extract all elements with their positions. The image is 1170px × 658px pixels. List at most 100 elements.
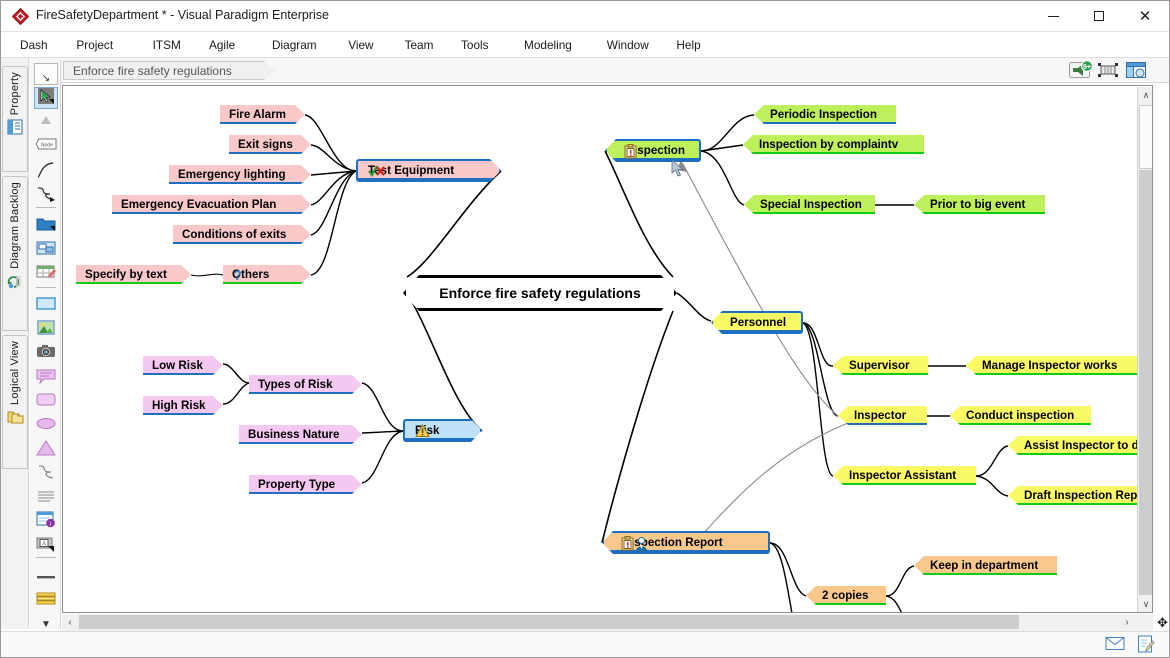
horizontal-scroll-thumb[interactable] (79, 615, 1019, 629)
node-content: Personnel (730, 316, 786, 329)
polyline-tool[interactable] (34, 463, 58, 485)
mindmap-node-periodic-inspection[interactable]: Periodic Inspection (754, 105, 896, 124)
scroll-right-arrow[interactable]: › (1119, 614, 1135, 631)
image-tool[interactable] (34, 319, 58, 341)
mindmap-node-conduct-inspection[interactable]: Conduct inspection (950, 406, 1091, 425)
maximize-button[interactable] (1076, 1, 1122, 31)
rectangle-tool[interactable] (34, 295, 58, 317)
camera-snapshot-icon (36, 344, 56, 364)
mindmap-node-special-inspection[interactable]: Special Inspection (744, 195, 875, 214)
mindmap-node-emergency-evacuation-plan[interactable]: Emergency Evacuation Plan (112, 195, 311, 214)
rounded-rectangle-tool[interactable] (34, 391, 58, 413)
divider-tool[interactable] (34, 565, 58, 587)
fit-to-screen-icon[interactable] (1097, 60, 1119, 80)
note-edit-icon[interactable] (1137, 635, 1155, 653)
close-button[interactable]: ✕ (1122, 1, 1168, 31)
mindmap-node-draft-inspection-report[interactable]: Draft Inspection Rep (1008, 486, 1152, 505)
scroll-up-arrow[interactable]: ∧ (1138, 87, 1152, 104)
menu-item-agile[interactable]: Agile (202, 32, 242, 58)
expand-more-icon: ▼ (41, 618, 51, 630)
resize-handle-tool[interactable]: ↘ (34, 63, 58, 85)
mindmap-node-low-risk[interactable]: Low Risk (143, 356, 223, 375)
mindmap-node-types-of-risk[interactable]: Types of Risk (249, 375, 362, 394)
folder-tool[interactable] (34, 215, 58, 237)
stack-tool[interactable] (34, 589, 58, 611)
menu-item-team[interactable]: Team (398, 32, 441, 58)
scroll-down-arrow[interactable]: ∨ (1138, 596, 1152, 612)
announcement-megaphone-icon[interactable]: 9+ (1069, 59, 1094, 80)
stamp-tool[interactable]: A (34, 535, 58, 557)
menu-item-help[interactable]: Help (669, 32, 707, 58)
vertical-scroll-track[interactable] (1139, 170, 1152, 595)
mindmap-node-high-risk[interactable]: High Risk (143, 396, 223, 415)
node-label: Prior to big event (930, 198, 1026, 211)
mindmap-node-conditions-of-exits[interactable]: Conditions of exits (173, 225, 311, 244)
vertical-scroll-thumb[interactable] (1139, 105, 1152, 169)
ellipse-tool[interactable] (34, 415, 58, 437)
callout-tool[interactable] (34, 367, 58, 389)
panel-layout-icon[interactable] (1125, 60, 1147, 80)
mindmap-node-risk[interactable]: Risk (403, 419, 482, 442)
node-label: Special Inspection (760, 198, 862, 211)
menu-item-project[interactable]: Project (69, 32, 120, 58)
mindmap-node-business-nature[interactable]: Business Nature (239, 425, 362, 444)
mindmap-node-prior-to-big-event[interactable]: Prior to big event (914, 195, 1045, 214)
node-shape-tool[interactable]: Node (34, 135, 58, 157)
mindmap-node-specify-by-text[interactable]: Specify by text (76, 265, 191, 284)
diagram-canvas-area[interactable]: Enforce fire safety regulations Fire Ala… (62, 85, 1153, 613)
title-bar: FireSafetyDepartment * - Visual Paradigm… (1, 1, 1169, 32)
mindmap-node-inspection[interactable]: Inspection (605, 139, 701, 162)
left-tab-property[interactable]: Property (2, 66, 28, 172)
curve-line-tool[interactable] (34, 161, 58, 183)
node-content: Property Type (258, 478, 335, 491)
scroll-left-arrow[interactable]: ‹ (62, 614, 78, 631)
central-topic-node[interactable]: Enforce fire safety regulations (403, 275, 677, 311)
menu-item-dash[interactable]: Dash (13, 32, 55, 58)
left-tab-diagram-backlog[interactable]: Diagram Backlog (2, 176, 28, 331)
pointer-select-tool[interactable] (34, 87, 58, 109)
mindmap-node-inspector[interactable]: Inspector (838, 406, 927, 425)
component-tool[interactable] (34, 239, 58, 261)
mindmap-node-inspection-report[interactable]: Inspection Report (602, 531, 770, 554)
mindmap-node-supervisor[interactable]: Supervisor (833, 356, 928, 375)
mindmap-node-property-type[interactable]: Property Type (249, 475, 362, 494)
lines-tool[interactable] (34, 487, 58, 509)
menu-item-modeling[interactable]: Modeling (517, 32, 579, 58)
rounded-rectangle-icon (36, 393, 56, 411)
mindmap-node-test-equipment[interactable]: Test Equipment (356, 159, 501, 182)
canvas-vertical-scrollbar[interactable]: ∧ ∨ (1137, 87, 1152, 612)
mindmap-node-assist-inspector-to[interactable]: Assist Inspector to d (1008, 436, 1152, 455)
mindmap-node-personnel[interactable]: Personnel (711, 311, 803, 334)
menu-item-window[interactable]: Window (600, 32, 656, 58)
mindmap-node-manage-inspector-works[interactable]: Manage Inspector works (966, 356, 1138, 375)
mindmap-node-two-copies[interactable]: 2 copies (806, 586, 886, 605)
mail-envelope-icon[interactable] (1105, 635, 1125, 652)
mindmap-node-inspector-assistant[interactable]: Inspector Assistant (833, 466, 976, 485)
node-label: Inspector (854, 409, 907, 422)
mindmap-node-emergency-lighting[interactable]: Emergency lighting (169, 165, 311, 184)
mindmap-node-fire-alarm[interactable]: Fire Alarm (220, 105, 305, 124)
canvas-horizontal-scrollbar[interactable]: ‹ › (62, 614, 1153, 631)
menu-item-view[interactable]: View (341, 32, 380, 58)
mindmap-node-keep-in-department[interactable]: Keep in department (914, 556, 1057, 575)
left-tab-label: Diagram Backlog (9, 182, 21, 269)
node-underline (607, 158, 699, 161)
triangle-up-tool[interactable] (34, 111, 58, 133)
menu-item-itsm[interactable]: ITSM (146, 32, 188, 58)
zigzag-connector-tool[interactable] (34, 185, 58, 207)
annotation-tool[interactable]: i (34, 511, 58, 533)
menu-item-diagram[interactable]: Diagram (265, 32, 324, 58)
camera-snapshot-tool[interactable] (34, 343, 58, 365)
node-content: Test Equipment (368, 164, 457, 177)
mindmap-node-inspection-by-complaintv[interactable]: Inspection by complaintv (743, 135, 924, 154)
table-tool[interactable] (34, 263, 58, 285)
mindmap-node-exit-signs[interactable]: Exit signs (229, 135, 311, 154)
triangle-shape-tool[interactable] (34, 439, 58, 461)
mindmap-node-others[interactable]: Others? (223, 265, 311, 284)
node-shape-icon: Node (35, 137, 57, 155)
left-tab-logical-view[interactable]: Logical View (2, 335, 28, 469)
menu-item-tools[interactable]: Tools (454, 32, 496, 58)
breadcrumb[interactable]: Enforce fire safety regulations (63, 61, 275, 80)
pan-tool-handle[interactable]: ✥ (1154, 614, 1169, 631)
minimize-button[interactable] (1030, 1, 1076, 31)
